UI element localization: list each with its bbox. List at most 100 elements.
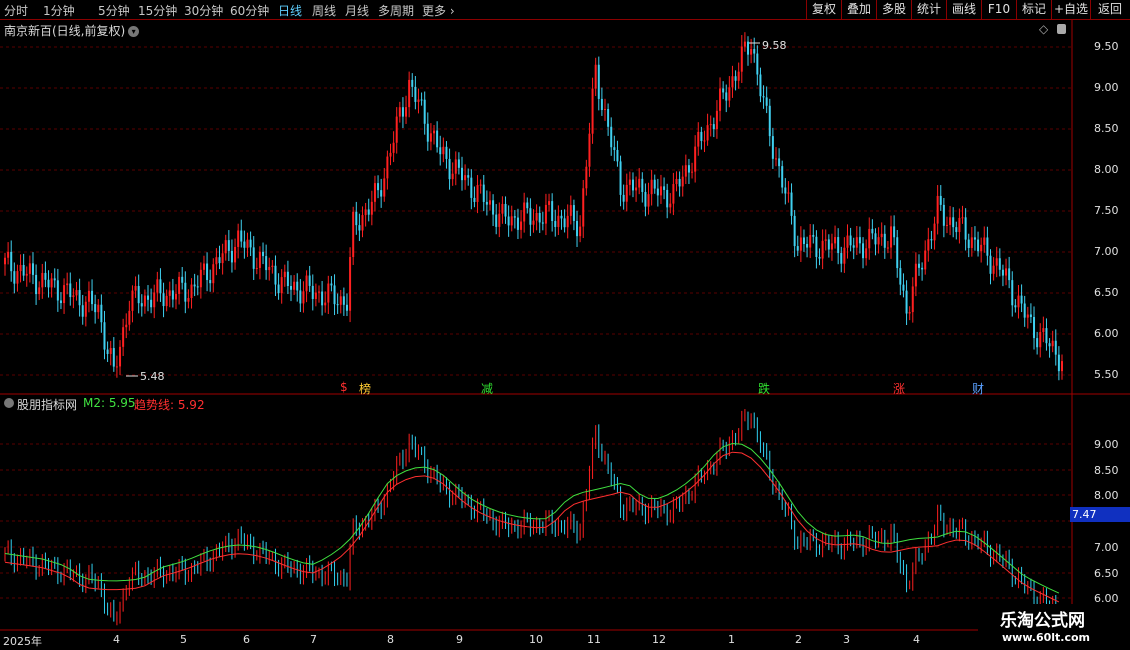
candle-body bbox=[597, 64, 600, 99]
overlay-button[interactable]: 叠加 bbox=[841, 0, 876, 19]
candle-body bbox=[420, 99, 423, 101]
candle-body bbox=[268, 266, 271, 271]
candle-body bbox=[998, 258, 1001, 270]
candle-body bbox=[423, 99, 426, 124]
event-tag[interactable]: 减 bbox=[481, 380, 493, 397]
event-tag[interactable]: $ bbox=[340, 380, 348, 394]
candle-body bbox=[1057, 354, 1060, 372]
y-tick: 8.50 bbox=[1094, 464, 1119, 477]
period-tab-5min[interactable]: 5分钟 bbox=[98, 2, 130, 19]
candle-body bbox=[308, 275, 311, 286]
candle-body bbox=[1005, 268, 1008, 276]
m2-value-label: M2: 5.95 bbox=[83, 396, 136, 410]
candle-body bbox=[168, 290, 171, 296]
candle-body bbox=[352, 211, 355, 258]
period-tab-timeshare[interactable]: 分时 bbox=[4, 2, 28, 19]
candle-body bbox=[995, 258, 998, 266]
multi-stock-button[interactable]: 多股 bbox=[876, 0, 911, 19]
candle-body bbox=[265, 256, 268, 271]
candle-body bbox=[280, 277, 283, 294]
period-tab-1min[interactable]: 1分钟 bbox=[43, 2, 75, 19]
candle-body bbox=[840, 253, 843, 264]
add-watchlist-button[interactable]: +自选 bbox=[1051, 0, 1090, 19]
event-tag[interactable]: 榜 bbox=[359, 380, 371, 397]
candle-body bbox=[22, 265, 25, 276]
candle-body bbox=[855, 237, 858, 248]
chevron-down-icon[interactable]: ▾ bbox=[128, 26, 140, 37]
x-tick: 1 bbox=[728, 633, 735, 646]
candle-body bbox=[569, 205, 572, 216]
candle-body bbox=[305, 275, 308, 292]
candle-body bbox=[719, 88, 722, 111]
price-chart-canvas[interactable] bbox=[0, 0, 1130, 650]
candle-body bbox=[50, 278, 53, 288]
candle-body bbox=[936, 195, 939, 224]
candle-body bbox=[762, 96, 765, 98]
candle-body bbox=[774, 158, 777, 160]
candle-body bbox=[669, 203, 672, 208]
candle-body bbox=[958, 217, 961, 233]
candle-body bbox=[448, 158, 451, 180]
candle-body bbox=[283, 271, 286, 278]
candle-body bbox=[1026, 314, 1029, 318]
candle-body bbox=[370, 201, 373, 215]
candle-body bbox=[498, 213, 501, 227]
f10-button[interactable]: F10 bbox=[981, 0, 1016, 19]
diamond-icon[interactable]: ◇ bbox=[1039, 22, 1048, 36]
candle-body bbox=[439, 147, 442, 155]
panel-toggle-icon[interactable] bbox=[1057, 24, 1066, 34]
period-tab-daily[interactable]: 日线 bbox=[278, 2, 302, 19]
candle-body bbox=[147, 295, 150, 300]
candle-body bbox=[1039, 332, 1042, 348]
statistics-button[interactable]: 统计 bbox=[911, 0, 946, 19]
event-tag[interactable]: 跌 bbox=[758, 380, 770, 397]
candle-body bbox=[914, 263, 917, 287]
period-tab-60min[interactable]: 60分钟 bbox=[230, 2, 269, 19]
candle-body bbox=[19, 265, 22, 272]
candle-body bbox=[883, 233, 886, 248]
draw-line-button[interactable]: 画线 bbox=[946, 0, 981, 19]
candle-body bbox=[917, 263, 920, 268]
candle-body bbox=[383, 178, 386, 197]
candle-body bbox=[557, 215, 560, 227]
candle-body bbox=[566, 215, 569, 228]
more-label: 更多 bbox=[422, 4, 447, 18]
candle-body bbox=[809, 235, 812, 248]
candle-body bbox=[1036, 338, 1039, 348]
candle-body bbox=[339, 296, 342, 305]
event-tag[interactable]: 涨 bbox=[893, 380, 905, 397]
candle-body bbox=[980, 244, 983, 252]
period-tab-multi[interactable]: 多周期 bbox=[378, 2, 414, 19]
candle-body bbox=[156, 279, 159, 293]
period-tab-15min[interactable]: 15分钟 bbox=[138, 2, 177, 19]
event-tag[interactable]: 财 bbox=[972, 380, 984, 397]
watermark: 乐淘公式网 www.60lt.com bbox=[978, 604, 1130, 650]
adjust-button[interactable]: 复权 bbox=[806, 0, 841, 19]
period-tab-weekly[interactable]: 周线 bbox=[312, 2, 336, 19]
low-price-label: 5.48 bbox=[140, 370, 165, 383]
candle-body bbox=[921, 267, 924, 270]
candle-body bbox=[824, 239, 827, 241]
candle-body bbox=[607, 109, 610, 127]
price-chart-title[interactable]: 南京新百(日线,前复权) ▾ bbox=[4, 22, 140, 39]
candle-body bbox=[386, 156, 389, 179]
candle-body bbox=[572, 205, 575, 221]
period-tab-30min[interactable]: 30分钟 bbox=[184, 2, 223, 19]
candle-body bbox=[827, 239, 830, 250]
candle-body bbox=[249, 239, 252, 248]
mark-button[interactable]: 标记 bbox=[1016, 0, 1051, 19]
candle-body bbox=[687, 165, 690, 173]
candle-body bbox=[771, 136, 774, 159]
y-tick: 9.00 bbox=[1094, 438, 1119, 451]
chevron-down-icon[interactable] bbox=[4, 398, 14, 408]
period-tab-more[interactable]: 更多 › bbox=[422, 2, 455, 19]
candle-body bbox=[103, 322, 106, 350]
candle-body bbox=[56, 280, 59, 301]
candle-body bbox=[482, 184, 485, 202]
period-tab-monthly[interactable]: 月线 bbox=[345, 2, 369, 19]
candle-body bbox=[548, 201, 551, 205]
candle-body bbox=[35, 274, 38, 295]
candle-body bbox=[25, 273, 28, 276]
candle-body bbox=[10, 251, 13, 272]
back-button[interactable]: 返回 bbox=[1090, 0, 1129, 19]
